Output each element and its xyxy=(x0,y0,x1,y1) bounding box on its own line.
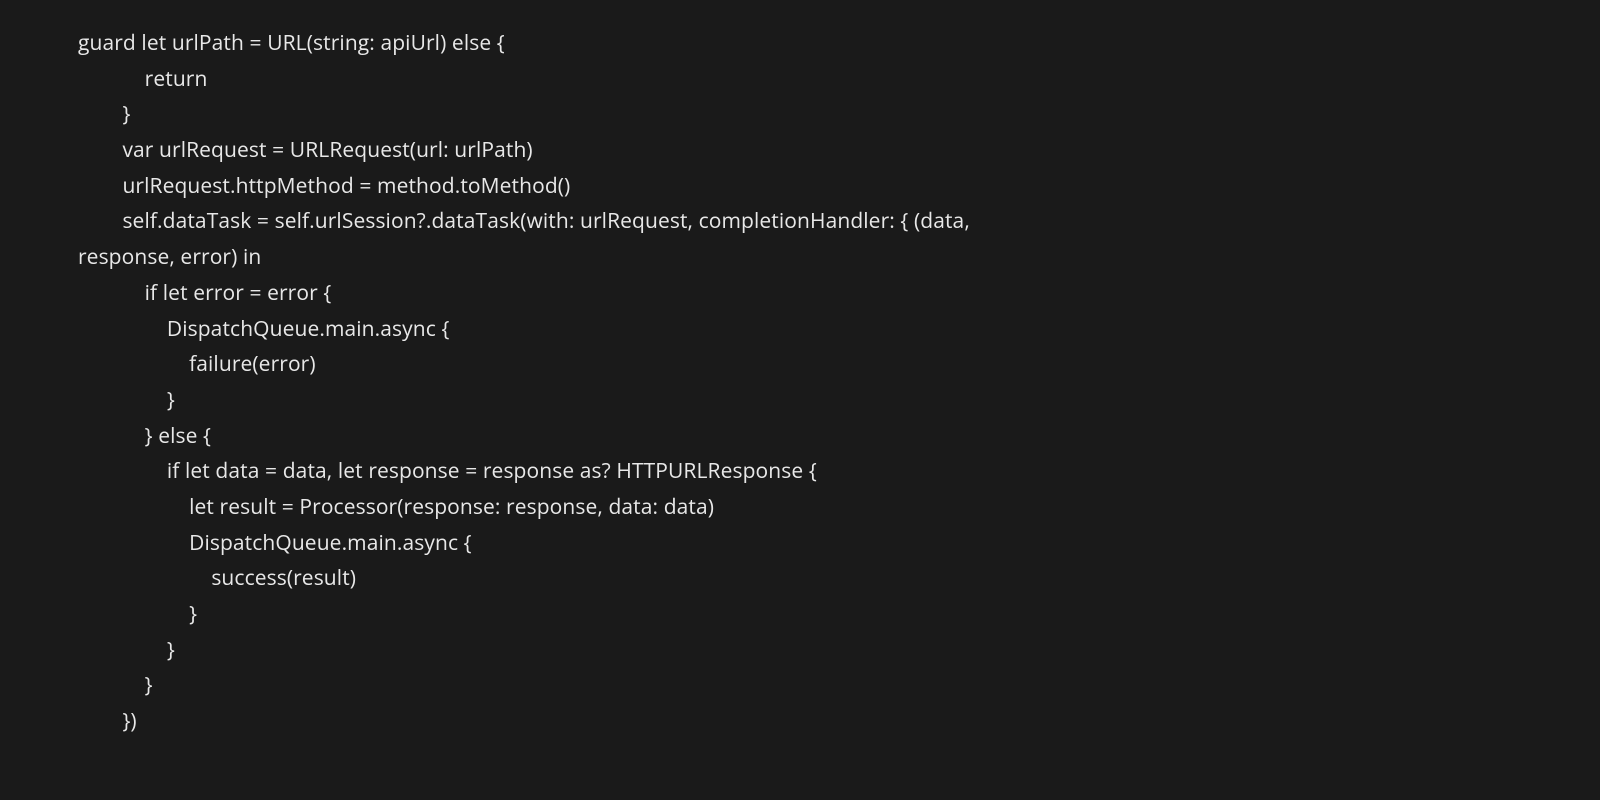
code-line: if let data = data, let response = respo… xyxy=(78,457,817,485)
code-line: return xyxy=(78,65,207,93)
code-line: urlRequest.httpMethod = method.toMethod(… xyxy=(78,172,570,200)
code-line: } xyxy=(78,600,197,628)
code-line: failure(error) xyxy=(78,350,316,378)
code-line: let result = Processor(response: respons… xyxy=(78,493,714,521)
code-line: self.dataTask = self.urlSession?.dataTas… xyxy=(78,207,970,235)
code-line: success(result) xyxy=(78,564,356,592)
code-line: } xyxy=(78,386,175,414)
code-line: } else { xyxy=(78,422,211,450)
code-line: guard let urlPath = URL(string: apiUrl) … xyxy=(78,29,505,57)
code-line: DispatchQueue.main.async { xyxy=(78,315,449,343)
code-line: } xyxy=(78,636,175,664)
code-line: } xyxy=(78,671,153,699)
code-line: response, error) in xyxy=(78,243,261,271)
code-line: }) xyxy=(78,707,137,735)
code-line: } xyxy=(78,100,130,128)
code-line: DispatchQueue.main.async { xyxy=(78,529,472,557)
code-snippet: guard let urlPath = URL(string: apiUrl) … xyxy=(78,26,1600,740)
code-line: var urlRequest = URLRequest(url: urlPath… xyxy=(78,136,533,164)
code-line: if let error = error { xyxy=(78,279,331,307)
